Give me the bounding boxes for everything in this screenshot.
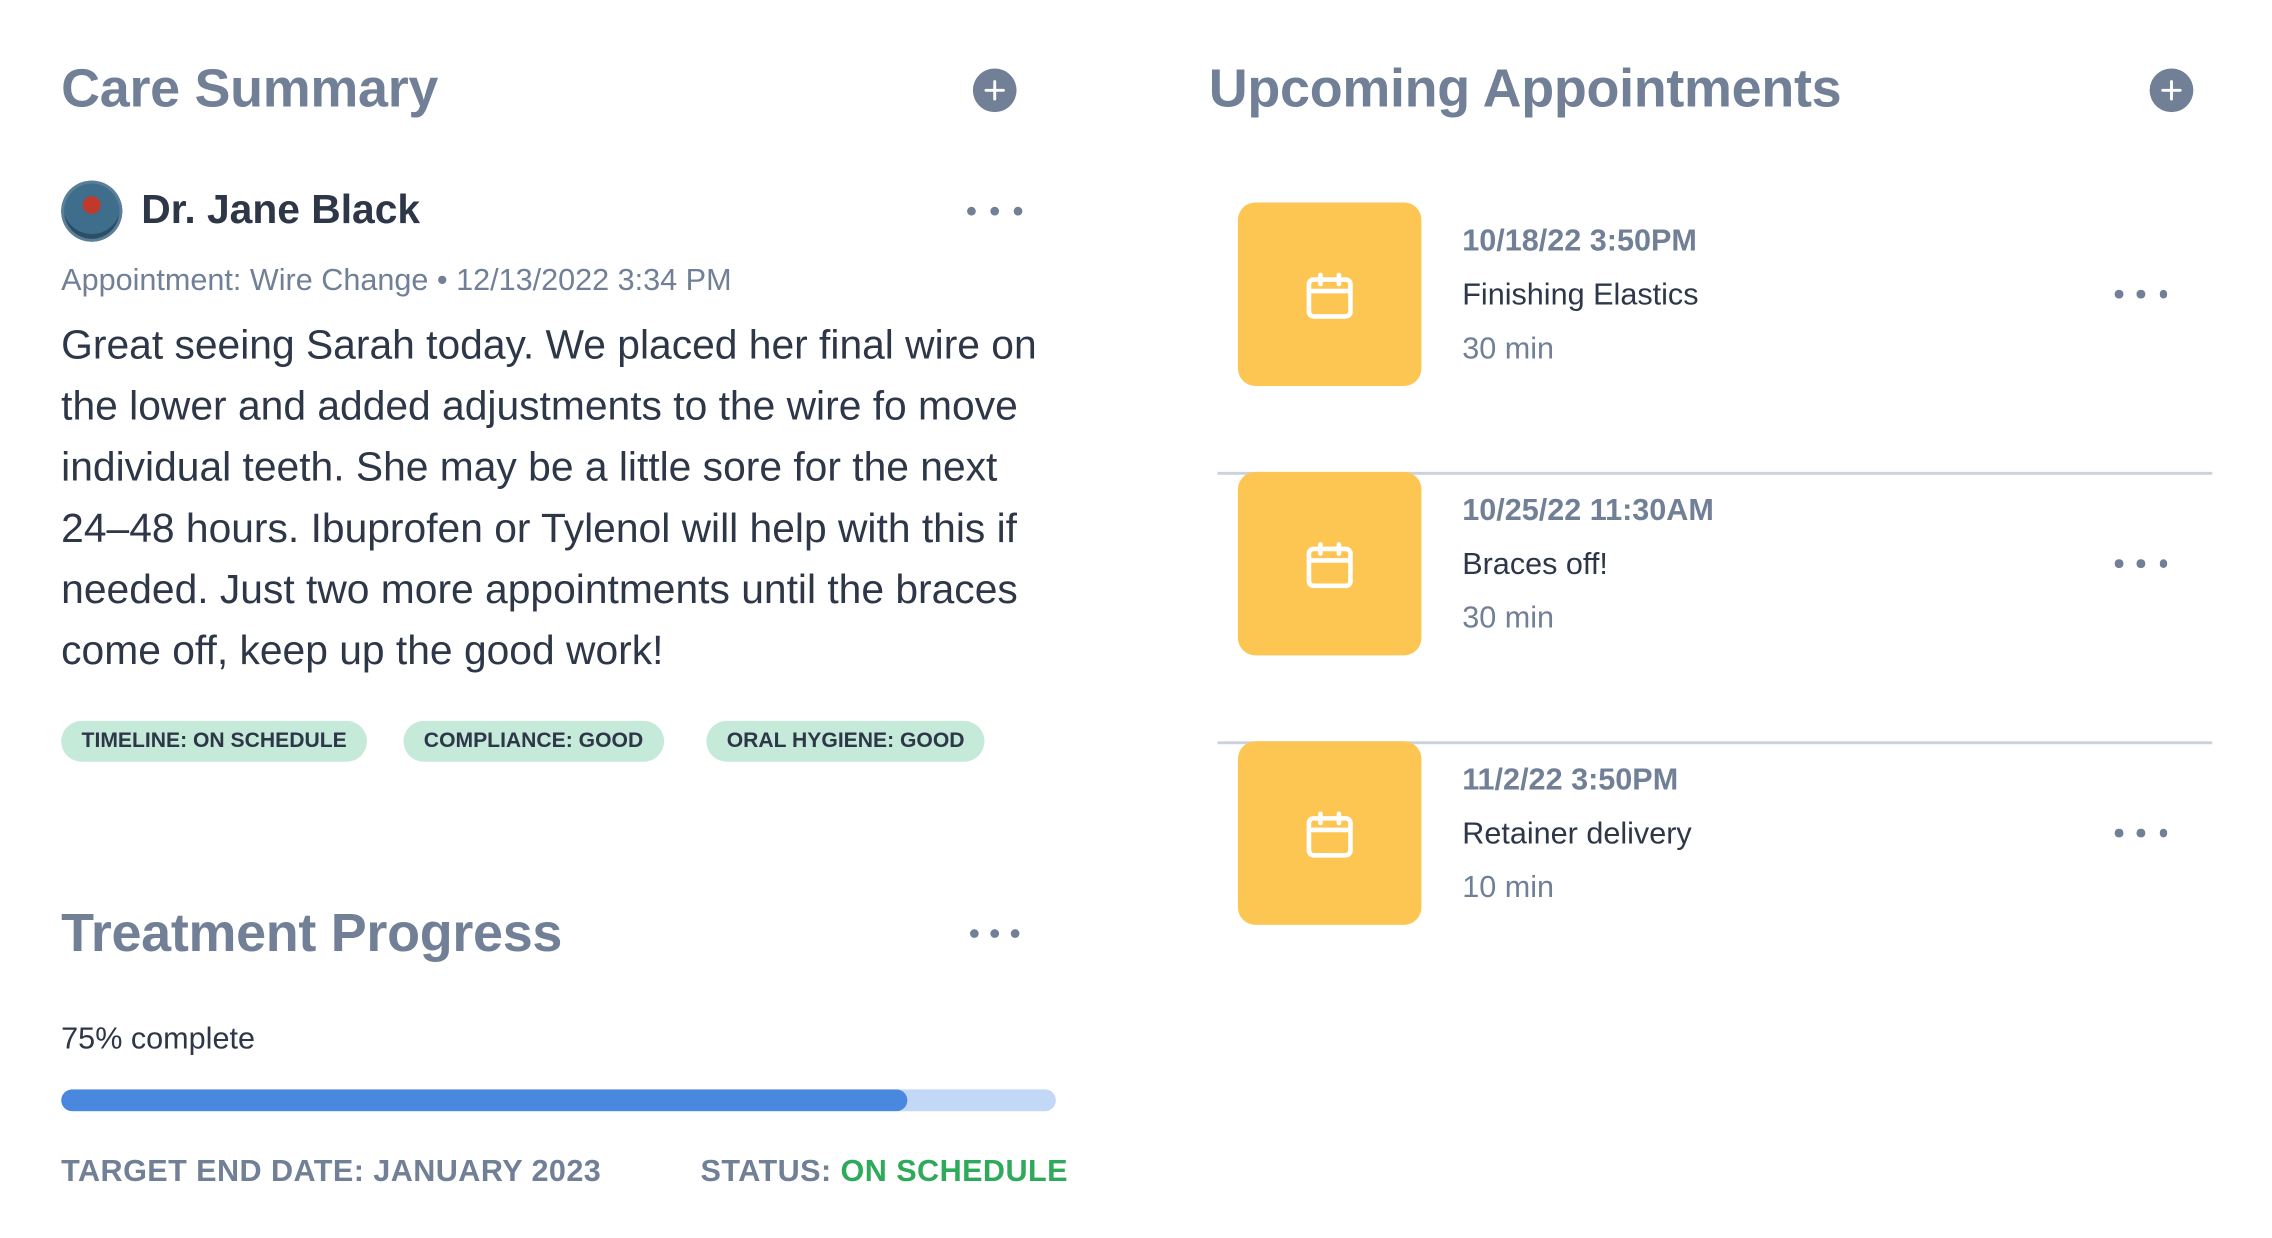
dot — [990, 929, 1000, 938]
dot — [2136, 829, 2145, 838]
appointment-duration: 30 min — [1462, 332, 1555, 366]
tag-timeline: TIMELINE: ON SCHEDULE — [61, 720, 368, 762]
treatment-progress-more-button[interactable] — [969, 919, 1020, 948]
dot — [990, 206, 1000, 216]
dot — [969, 929, 979, 938]
calendar-icon — [1306, 272, 1353, 319]
dot — [2136, 559, 2145, 568]
calendar-tile — [1237, 202, 1422, 386]
calendar-icon — [1306, 542, 1353, 589]
calendar-icon — [1306, 811, 1353, 858]
care-summary-title: Care Summary — [61, 58, 439, 118]
appointment-more-button[interactable] — [2114, 280, 2168, 309]
upcoming-appointments-title: Upcoming Appointments — [1208, 58, 1842, 118]
progress-label: 75% complete — [61, 1022, 255, 1056]
appointment-item[interactable]: 10/25/22 11:30AM Braces off! 30 min — [1217, 471, 2213, 745]
appointment-more-button[interactable] — [2114, 549, 2168, 578]
progress-bar-fill — [61, 1089, 907, 1112]
progress-bar — [61, 1089, 1056, 1112]
dot — [2159, 290, 2168, 299]
appointment-duration: 10 min — [1462, 870, 1555, 905]
dot — [2136, 290, 2145, 299]
dot — [1013, 206, 1023, 216]
appointment-item[interactable]: 10/18/22 3:50PM Finishing Elastics 30 mi… — [1217, 202, 2213, 475]
appointment-duration: 30 min — [1462, 601, 1555, 635]
dashboard-page: Care Summary Dr. Jane Black Appointment:… — [0, 0, 2272, 1238]
status-label: STATUS: — [700, 1154, 832, 1189]
appointment-datetime: 10/25/22 11:30AM — [1462, 493, 1714, 528]
appointment-datetime: 10/18/22 3:50PM — [1462, 224, 1697, 258]
care-summary-more-button[interactable] — [967, 197, 1023, 226]
tag-compliance: COMPLIANCE: GOOD — [403, 720, 664, 762]
appointment-more-button[interactable] — [2114, 818, 2168, 847]
appointment-item[interactable]: 11/2/22 3:50PM Retainer delivery 10 min — [1218, 741, 2213, 1010]
appointment-title: Braces off! — [1462, 547, 1608, 582]
dot — [2114, 829, 2123, 838]
dot — [967, 206, 976, 216]
add-care-summary-button[interactable] — [972, 68, 1017, 113]
calendar-tile — [1237, 471, 1422, 656]
dot — [2114, 290, 2123, 299]
status-value: ON SCHEDULE — [840, 1154, 1068, 1189]
tag-oral-hygiene: ORAL HYGIENE: GOOD — [706, 720, 985, 762]
dot — [2159, 559, 2168, 568]
dot — [2159, 829, 2168, 838]
avatar — [61, 180, 123, 242]
appointment-title: Finishing Elastics — [1462, 278, 1699, 312]
treatment-progress-title: Treatment Progress — [61, 902, 563, 963]
doctor-name: Dr. Jane Black — [141, 186, 421, 232]
dot — [2114, 559, 2123, 568]
add-appointment-button[interactable] — [2149, 68, 2194, 113]
target-end-date: TARGET END DATE: JANUARY 2023 — [61, 1154, 602, 1189]
treatment-status: STATUS: ON SCHEDULE — [701, 1155, 1068, 1190]
calendar-tile — [1237, 741, 1422, 925]
appointment-datetime: 11/2/22 3:50PM — [1462, 763, 1679, 797]
care-note-text: Great seeing Sarah today. We placed her … — [61, 321, 1037, 673]
appointment-meta: Appointment: Wire Change • 12/13/2022 3:… — [61, 263, 732, 298]
dot — [1010, 929, 1020, 938]
appointment-title: Retainer delivery — [1462, 817, 1692, 851]
